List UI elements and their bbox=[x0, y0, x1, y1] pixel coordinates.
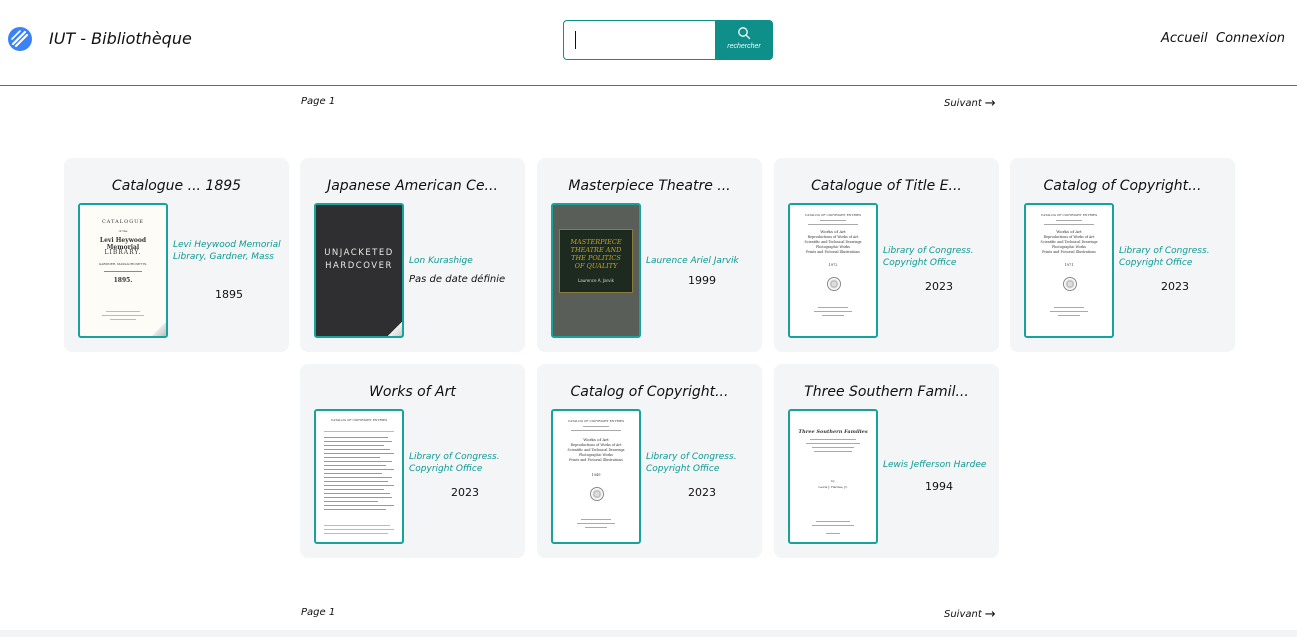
page-indicator-bottom: Page 1 bbox=[301, 607, 336, 618]
book-date: 1999 bbox=[688, 274, 716, 287]
book-date: 1895 bbox=[215, 288, 243, 301]
arrow-right-icon: → bbox=[984, 607, 996, 622]
site-brand[interactable]: IUT - Bibliothèque bbox=[49, 29, 192, 48]
site-header: IUT - Bibliothèque rechercher Accueil Co… bbox=[0, 0, 1297, 86]
book-author[interactable]: Library of Congress. Copyright Office bbox=[883, 245, 995, 269]
book-card[interactable]: Catalogue of Title E... CATALOG OF COPYR… bbox=[774, 158, 999, 352]
cover-text: Prints and Pictorial Illustrations bbox=[1042, 250, 1096, 254]
search-form: rechercher bbox=[563, 20, 773, 60]
book-author[interactable]: Library of Congress. Copyright Office bbox=[409, 451, 521, 475]
search-icon bbox=[738, 27, 751, 40]
book-author[interactable]: Lon Kurashige bbox=[409, 255, 521, 267]
cover-text: Three Southern Families bbox=[798, 429, 868, 435]
next-page-link-bottom[interactable]: Suivant → bbox=[944, 607, 996, 622]
cover-text: Works of Art bbox=[1056, 229, 1082, 234]
page-curl-icon bbox=[388, 322, 402, 336]
nav-home-link[interactable]: Accueil bbox=[1161, 31, 1208, 46]
nav-login-link[interactable]: Connexion bbox=[1216, 31, 1285, 46]
cover-text: Prints and Pictorial Illustrations bbox=[806, 250, 860, 254]
book-title[interactable]: Catalog of Copyright... bbox=[537, 384, 762, 400]
page-curl-icon bbox=[152, 322, 166, 336]
cover-text: HARDCOVER bbox=[325, 261, 393, 271]
book-author[interactable]: Levi Heywood Memorial Library, Gardner, … bbox=[173, 239, 285, 263]
book-author[interactable]: Library of Congress. Copyright Office bbox=[646, 451, 758, 475]
cover-text: 1971 bbox=[1064, 263, 1074, 267]
seal-icon bbox=[827, 277, 841, 291]
next-page-link-top[interactable]: Suivant → bbox=[944, 96, 996, 111]
seal-icon bbox=[590, 487, 604, 501]
book-date: 1994 bbox=[925, 480, 953, 493]
seal-icon bbox=[1063, 277, 1077, 291]
cover-text: 1949 bbox=[591, 473, 601, 477]
cover-text: of the bbox=[118, 229, 128, 233]
cover-text: 1895. bbox=[113, 277, 133, 284]
cover-text: CATALOG OF COPYRIGHT ENTRIES bbox=[567, 419, 625, 423]
cover-text: Works of Art bbox=[583, 437, 609, 442]
cover-text: Prints and Pictorial Illustrations bbox=[569, 458, 623, 462]
book-cover-image[interactable]: Three Southern Families by Lewis J. Hard… bbox=[788, 409, 878, 544]
book-date: 2023 bbox=[451, 486, 479, 499]
book-title[interactable]: Works of Art bbox=[300, 384, 525, 400]
next-label: Suivant bbox=[944, 98, 982, 109]
book-title[interactable]: Catalogue of Title E... bbox=[774, 178, 999, 194]
book-card[interactable]: Works of Art CATALOG OF COPYRIGHT ENTRIE… bbox=[300, 364, 525, 558]
book-date: 2023 bbox=[925, 280, 953, 293]
cover-text: LIBRARY. bbox=[104, 249, 142, 256]
cover-text: CATALOG OF COPYRIGHT ENTRIES bbox=[804, 213, 862, 217]
footer bbox=[0, 630, 1297, 637]
cover-text: Laurence A. Jarvik bbox=[578, 278, 614, 283]
book-title[interactable]: Japanese American Ce... bbox=[300, 178, 525, 194]
cover-text: CATALOG OF COPYRIGHT ENTRIES bbox=[1040, 213, 1098, 217]
book-date: 2023 bbox=[1161, 280, 1189, 293]
search-button[interactable]: rechercher bbox=[715, 20, 773, 60]
cover-text: MASTERPIECE bbox=[570, 238, 622, 246]
book-author[interactable]: Lewis Jefferson Hardee bbox=[883, 459, 995, 471]
arrow-right-icon: → bbox=[984, 96, 996, 111]
cover-text: 1972 bbox=[828, 263, 838, 267]
book-title[interactable]: Catalog of Copyright... bbox=[1010, 178, 1235, 194]
book-title[interactable]: Masterpiece Theatre ... bbox=[537, 178, 762, 194]
book-title[interactable]: Three Southern Famil... bbox=[774, 384, 999, 400]
book-date: Pas de date définie bbox=[409, 274, 506, 285]
library-logo-icon[interactable] bbox=[8, 27, 32, 51]
book-card[interactable]: Catalogue ... 1895 CATALOGUE of the Levi… bbox=[64, 158, 289, 352]
book-date: 2023 bbox=[688, 486, 716, 499]
book-cover-image[interactable]: CATALOG OF COPYRIGHT ENTRIES Works of Ar… bbox=[788, 203, 878, 338]
book-cover-image[interactable]: CATALOGUE of the Levi Heywood Memorial L… bbox=[78, 203, 168, 338]
book-cover-image[interactable]: UNJACKETED HARDCOVER bbox=[314, 203, 404, 338]
cover-text: UNJACKETED bbox=[324, 248, 394, 258]
search-button-label: rechercher bbox=[727, 43, 761, 50]
text-caret bbox=[575, 31, 576, 49]
book-cover-image[interactable]: MASTERPIECE THEATRE AND THE POLITICS OF … bbox=[551, 203, 641, 338]
book-cover-image[interactable]: CATALOG OF COPYRIGHT ENTRIES bbox=[314, 409, 404, 544]
cover-text: Works of Art bbox=[820, 229, 846, 234]
book-title[interactable]: Catalogue ... 1895 bbox=[64, 178, 289, 194]
cover-text: Lewis J. Hardee, Jr. bbox=[818, 485, 848, 489]
book-card[interactable]: Catalog of Copyright... CATALOG OF COPYR… bbox=[1010, 158, 1235, 352]
book-cover-image[interactable]: CATALOG OF COPYRIGHT ENTRIES Works of Ar… bbox=[551, 409, 641, 544]
cover-text: by bbox=[831, 479, 835, 483]
book-card[interactable]: Catalog of Copyright... CATALOG OF COPYR… bbox=[537, 364, 762, 558]
page-indicator-top: Page 1 bbox=[301, 96, 336, 107]
next-label: Suivant bbox=[944, 609, 982, 620]
book-cover-image[interactable]: CATALOG OF COPYRIGHT ENTRIES Works of Ar… bbox=[1024, 203, 1114, 338]
search-input[interactable] bbox=[563, 20, 717, 60]
cover-text: OF QUALITY bbox=[574, 262, 618, 270]
cover-text: THE POLITICS bbox=[571, 254, 621, 262]
book-author[interactable]: Laurence Ariel Jarvik bbox=[646, 255, 758, 267]
cover-text: CATALOGUE bbox=[101, 219, 145, 225]
cover-text: GARDNER, MASSACHUSETTS. bbox=[98, 262, 148, 266]
cover-text: THEATRE AND bbox=[570, 246, 622, 254]
book-card[interactable]: Japanese American Ce... UNJACKETED HARDC… bbox=[300, 158, 525, 352]
book-card[interactable]: Masterpiece Theatre ... MASTERPIECE THEA… bbox=[537, 158, 762, 352]
book-card[interactable]: Three Southern Famil... Three Southern F… bbox=[774, 364, 999, 558]
book-author[interactable]: Library of Congress. Copyright Office bbox=[1119, 245, 1231, 269]
cover-text: CATALOG OF COPYRIGHT ENTRIES bbox=[330, 418, 388, 422]
